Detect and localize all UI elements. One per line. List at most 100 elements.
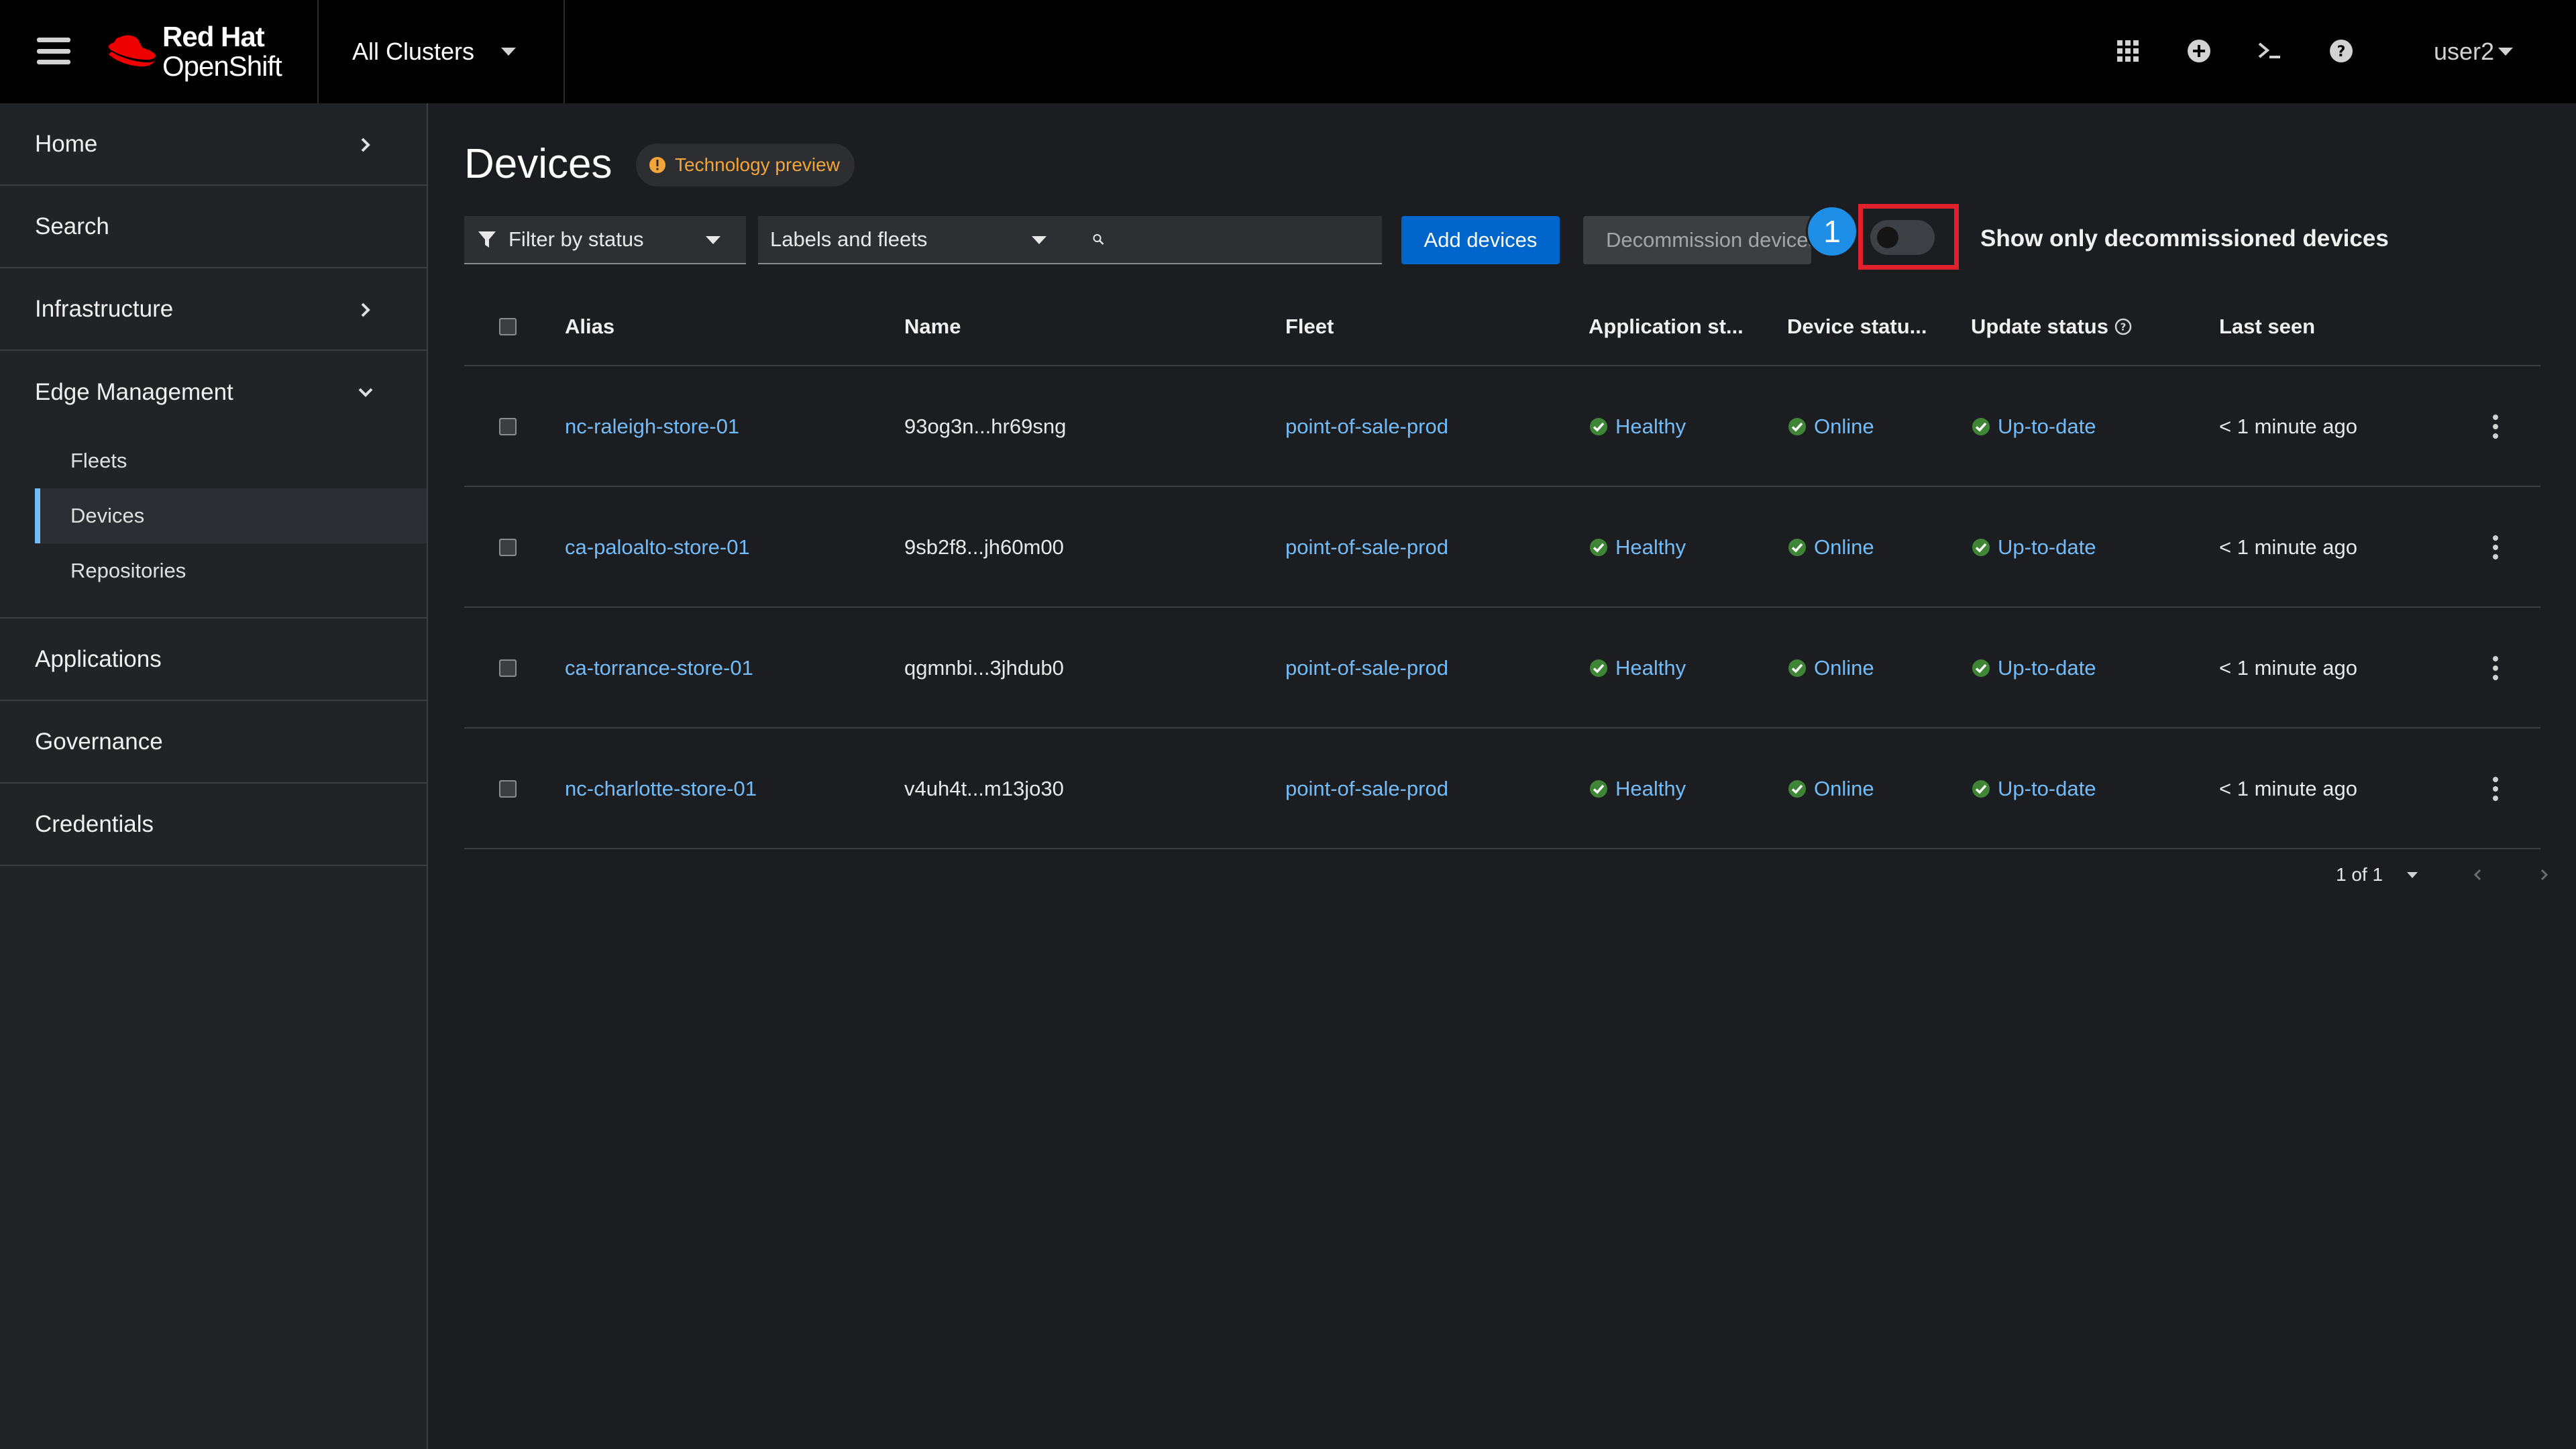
pagination-range-select[interactable]: 1 of 1 [2336, 864, 2418, 885]
row-actions-kebab-icon[interactable] [2489, 535, 2502, 559]
update-status: Up-to-date [1971, 487, 2096, 608]
sidebar-item-fleets[interactable]: Fleets [0, 433, 427, 488]
chevron-down-icon [501, 48, 517, 56]
device-alias-link[interactable]: nc-charlotte-store-01 [565, 729, 757, 849]
sidebar-item-label: Credentials [35, 810, 154, 837]
toggle-knob [1877, 227, 1898, 248]
help-icon[interactable]: ? [2324, 34, 2359, 68]
search-icon [1093, 234, 1104, 245]
status-label: Online [1814, 535, 1874, 559]
row-checkbox[interactable] [499, 418, 517, 435]
chevron-down-icon [2498, 48, 2514, 56]
badge-label: Technology preview [675, 154, 840, 175]
sidebar: Home Search Infrastructure Edge Manageme… [0, 103, 428, 1449]
fleet-link[interactable]: point-of-sale-prod [1285, 487, 1448, 608]
sidebar-item-label: Search [35, 213, 109, 239]
column-header-fleet[interactable]: Fleet [1285, 287, 1334, 366]
status-label: Online [1814, 777, 1874, 800]
table-row: nc-raleigh-store-01 93og3n...hr69sng point… [464, 366, 2540, 487]
last-seen: < 1 minute ago [2219, 656, 2357, 680]
device-alias-link[interactable]: nc-raleigh-store-01 [565, 366, 739, 487]
labels-and-fleets-select[interactable]: Labels and fleets [758, 216, 1073, 264]
product-name: OpenShift [162, 50, 282, 82]
sidebar-item-label: Infrastructure [35, 295, 174, 322]
next-page-icon[interactable] [2534, 865, 2553, 884]
labels-and-fleets-label: Labels and fleets [770, 227, 928, 251]
previous-page-icon[interactable] [2469, 865, 2487, 884]
check-circle-icon [1590, 539, 1607, 556]
device-status: Online [1787, 608, 1874, 729]
sidebar-item-devices[interactable]: Devices [35, 488, 427, 543]
toolbar: Filter by status Labels and fleets Add d… [464, 204, 2544, 270]
column-header-device-status[interactable]: Device statu... [1787, 287, 1927, 366]
last-seen: < 1 minute ago [2219, 777, 2357, 800]
application-status: Healthy [1589, 729, 1686, 849]
device-name: 9sb2f8...jh60m00 [904, 535, 1064, 559]
column-header-alias[interactable]: Alias [565, 287, 614, 366]
plus-circle-icon[interactable] [2182, 34, 2216, 68]
fleet-link[interactable]: point-of-sale-prod [1285, 729, 1448, 849]
column-header-name[interactable]: Name [904, 287, 961, 366]
sidebar-item-infrastructure[interactable]: Infrastructure [0, 268, 427, 351]
sidebar-item-repositories[interactable]: Repositories [0, 543, 427, 598]
sidebar-item-edge-management[interactable]: Edge Management [0, 351, 427, 433]
sidebar-item-governance[interactable]: Governance [0, 701, 427, 784]
edge-management-subnav: Fleets Devices Repositories [0, 433, 427, 617]
apps-grid-icon[interactable] [2110, 34, 2145, 68]
sidebar-item-applications[interactable]: Applications [0, 619, 427, 701]
row-actions-kebab-icon[interactable] [2489, 415, 2502, 439]
column-header-label: Update status [1971, 315, 2108, 338]
brand-name: Red Hat [162, 21, 265, 52]
sidebar-item-search[interactable]: Search [0, 186, 427, 268]
row-actions-kebab-icon[interactable] [2489, 777, 2502, 801]
device-alias-link[interactable]: ca-torrance-store-01 [565, 608, 753, 729]
status-label: Healthy [1615, 777, 1686, 800]
devices-table: Alias Name Fleet Application st... Devic… [464, 287, 2540, 849]
search-input[interactable] [1114, 219, 1382, 260]
status-label: Online [1814, 656, 1874, 680]
sidebar-group-edge-management: Edge Management Fleets Devices Repositor… [0, 351, 427, 619]
sidebar-item-label: Fleets [70, 449, 127, 472]
hamburger-menu-icon[interactable] [37, 38, 70, 64]
fleet-link[interactable]: point-of-sale-prod [1285, 366, 1448, 487]
device-name: v4uh4t...m13jo30 [904, 777, 1064, 800]
column-header-last-seen[interactable]: Last seen [2219, 287, 2315, 366]
row-checkbox[interactable] [499, 659, 517, 677]
row-actions-kebab-icon[interactable] [2489, 656, 2502, 680]
add-devices-button[interactable]: Add devices [1401, 216, 1560, 264]
select-all-checkbox[interactable] [499, 318, 517, 335]
check-circle-icon [1590, 418, 1607, 435]
filter-by-status-select[interactable]: Filter by status [464, 216, 746, 264]
application-status: Healthy [1589, 487, 1686, 608]
row-checkbox[interactable] [499, 780, 517, 798]
decommission-devices-button[interactable]: Decommission devices [1583, 216, 1811, 264]
show-decommissioned-toggle[interactable] [1870, 220, 1935, 255]
device-alias-link[interactable]: ca-paloalto-store-01 [565, 487, 750, 608]
update-status: Up-to-date [1971, 366, 2096, 487]
cluster-selector[interactable]: All Clusters [352, 35, 517, 68]
application-status: Healthy [1589, 608, 1686, 729]
column-header-application-status[interactable]: Application st... [1589, 287, 1743, 366]
check-circle-icon [1972, 539, 1990, 556]
check-circle-icon [1972, 659, 1990, 677]
status-label: Up-to-date [1998, 415, 2096, 438]
pagination-range: 1 of 1 [2336, 864, 2383, 885]
check-circle-icon [1972, 780, 1990, 798]
brand-logo[interactable]: Red Hat OpenShift [106, 20, 282, 83]
device-status: Online [1787, 366, 1874, 487]
help-circle-icon[interactable]: ? [2114, 317, 2133, 336]
user-menu[interactable]: user2 [2434, 35, 2514, 68]
red-hat-logo-icon [108, 35, 156, 66]
device-name: 93og3n...hr69sng [904, 415, 1067, 438]
terminal-icon[interactable] [2253, 34, 2288, 68]
fleet-link[interactable]: point-of-sale-prod [1285, 608, 1448, 729]
table-row: ca-paloalto-store-01 9sb2f8...jh60m00 poin… [464, 487, 2540, 608]
svg-text:?: ? [2337, 44, 2346, 60]
sidebar-item-credentials[interactable]: Credentials [0, 784, 427, 866]
column-header-update-status[interactable]: Update status ? [1971, 287, 2133, 366]
search-box [1073, 216, 1382, 264]
sidebar-item-label: Home [35, 130, 98, 157]
check-circle-icon [1788, 418, 1806, 435]
sidebar-item-home[interactable]: Home [0, 103, 427, 186]
row-checkbox[interactable] [499, 539, 517, 556]
